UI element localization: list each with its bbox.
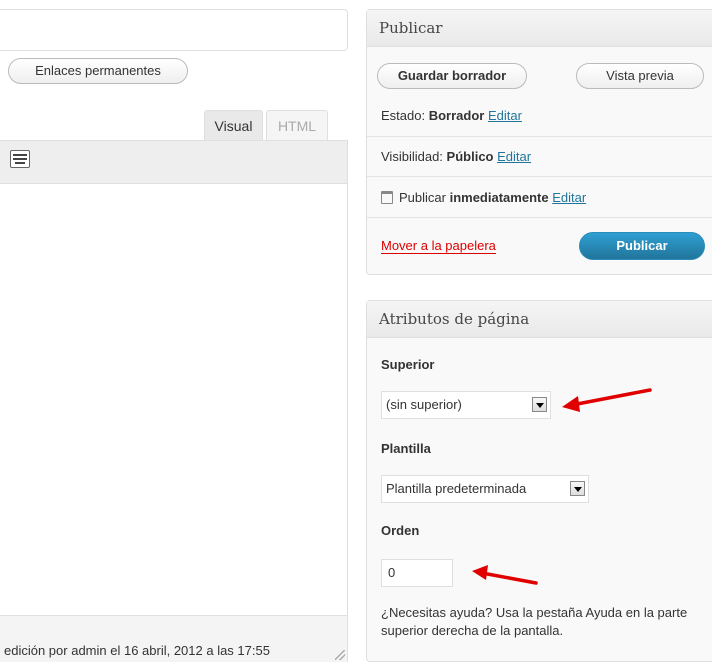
tab-html[interactable]: HTML [266, 110, 328, 140]
content-editor[interactable]: edición por admin el 16 abril, 2012 a la… [0, 140, 348, 662]
visibility-row: Visibilidad: Público Editar [381, 149, 531, 164]
move-to-trash-link[interactable]: Mover a la papelera [381, 238, 496, 254]
schedule-label: Publicar [399, 190, 446, 205]
annotation-arrow-icon [562, 388, 652, 412]
visibility-value: Público [446, 149, 494, 164]
order-label: Orden [381, 523, 420, 538]
divider [367, 136, 712, 137]
keyboard-icon[interactable] [10, 150, 30, 168]
permalinks-button[interactable]: Enlaces permanentes [8, 58, 188, 84]
title-input[interactable] [0, 9, 348, 51]
publish-box-title: Publicar [367, 10, 712, 47]
parent-select[interactable]: (sin superior) [381, 391, 551, 419]
parent-label: Superior [381, 357, 435, 372]
status-row: Estado: Borrador Editar [381, 108, 522, 123]
status-value: Borrador [428, 108, 485, 123]
editor-statusbar: edición por admin el 16 abril, 2012 a la… [0, 615, 347, 662]
page-attributes-title: Atributos de página [367, 301, 712, 338]
select-arrow-icon[interactable] [532, 397, 547, 412]
annotation-arrow-icon [472, 565, 538, 585]
edit-visibility-link[interactable]: Editar [497, 149, 531, 164]
order-input[interactable]: 0 [381, 559, 453, 587]
parent-select-value: (sin superior) [386, 397, 462, 412]
visibility-label: Visibilidad: [381, 149, 443, 164]
edit-status-link[interactable]: Editar [488, 108, 522, 123]
divider [367, 217, 712, 218]
template-select-value: Plantilla predeterminada [386, 481, 527, 496]
page-attributes-box: Atributos de página Superior (sin superi… [366, 300, 712, 662]
publish-button[interactable]: Publicar [579, 232, 705, 260]
publish-box: Publicar Guardar borrador Vista previa E… [366, 9, 712, 275]
tab-visual[interactable]: Visual [204, 110, 263, 140]
last-edit-status: edición por admin el 16 abril, 2012 a la… [4, 643, 270, 658]
help-text: ¿Necesitas ayuda? Usa la pestaña Ayuda e… [381, 605, 688, 638]
calendar-icon [381, 191, 393, 204]
preview-button[interactable]: Vista previa [576, 63, 704, 89]
template-select[interactable]: Plantilla predeterminada [381, 475, 589, 503]
save-draft-button[interactable]: Guardar borrador [377, 63, 527, 89]
divider [367, 176, 712, 177]
editor-toolbar [0, 141, 347, 184]
schedule-row: Publicar inmediatamente Editar [381, 190, 586, 205]
schedule-value: inmediatamente [449, 190, 549, 205]
status-label: Estado: [381, 108, 426, 123]
resize-grip-icon[interactable] [335, 650, 345, 660]
select-arrow-icon[interactable] [570, 481, 585, 496]
edit-schedule-link[interactable]: Editar [552, 190, 586, 205]
template-label: Plantilla [381, 441, 431, 456]
